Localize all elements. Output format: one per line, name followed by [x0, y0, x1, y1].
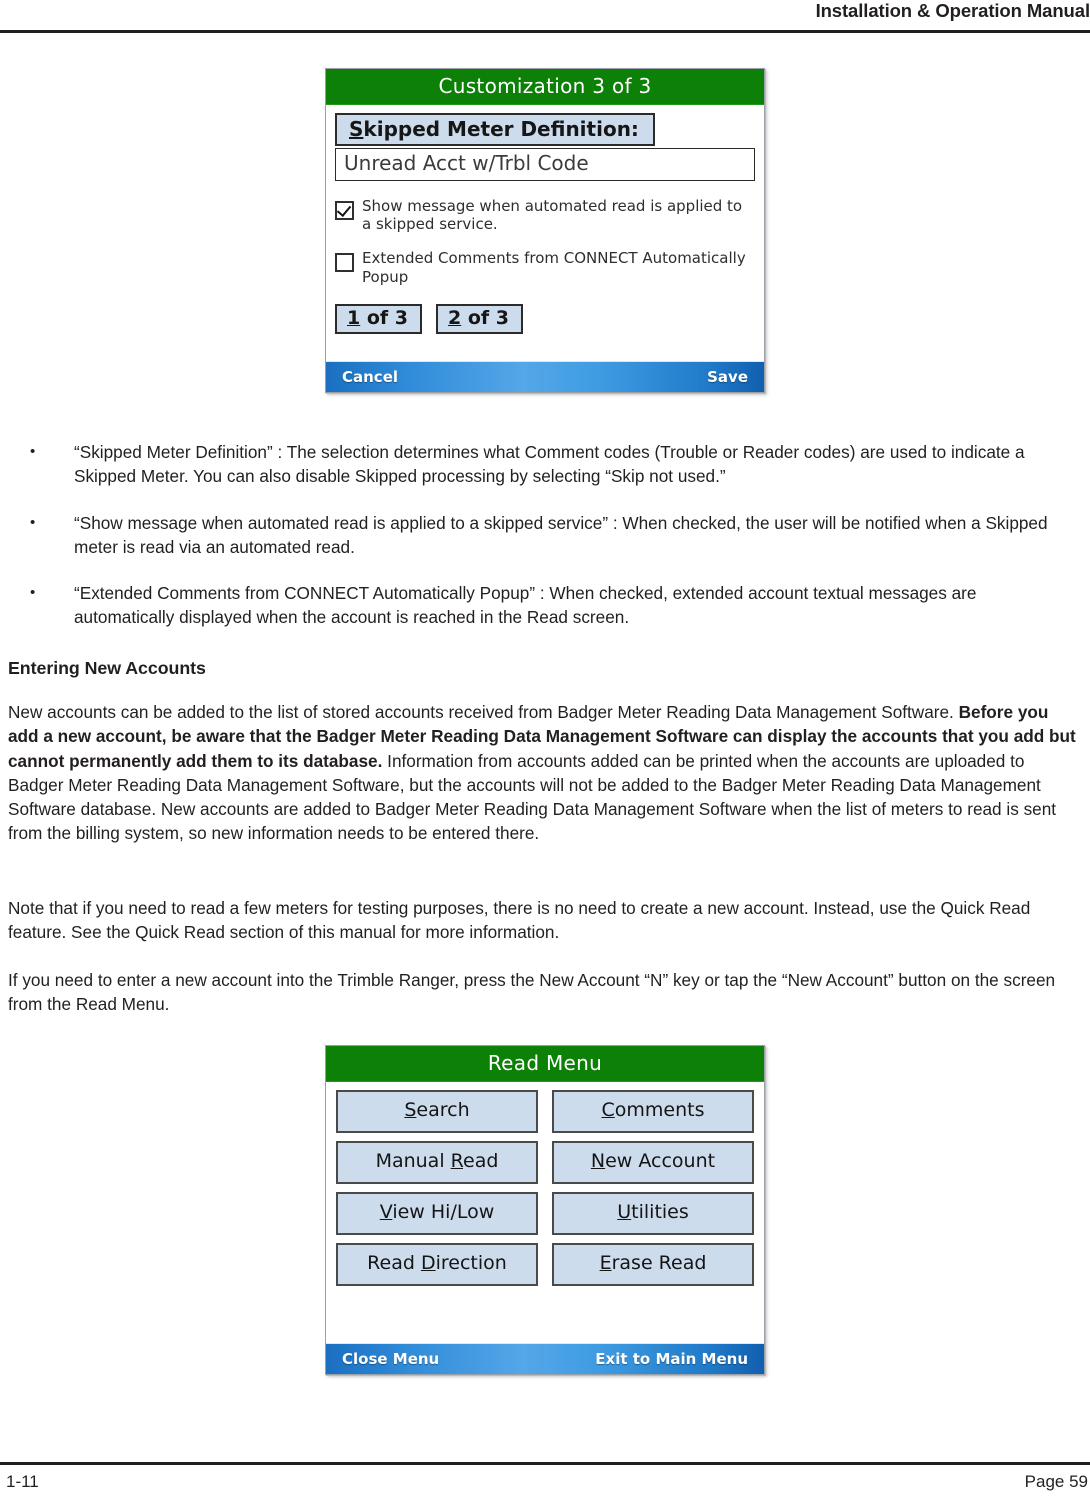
header-divider — [0, 30, 1090, 33]
read-menu-button-new-account[interactable]: New Account — [552, 1141, 754, 1184]
accel-letter: S — [404, 1099, 417, 1121]
checkbox-unchecked-icon[interactable] — [335, 253, 354, 273]
btn-rest: tilities — [631, 1201, 689, 1223]
page-1-of-3-button[interactable]: 1 of 3 — [335, 303, 423, 335]
paragraph-new-account-instructions: If you need to enter a new account into … — [8, 970, 1056, 1015]
accel-letter: E — [599, 1252, 612, 1274]
read-menu-title-bar: Read Menu — [326, 1046, 764, 1082]
skipped-meter-definition-value[interactable]: Unread Acct w/Trbl Code — [335, 148, 755, 181]
btn-rest: rase Read — [611, 1252, 707, 1274]
read-menu-button-search[interactable]: Search — [336, 1090, 538, 1133]
btn-rest: ead — [463, 1150, 499, 1172]
accel-letter: D — [420, 1252, 436, 1274]
btn-rest: earch — [416, 1099, 470, 1121]
bullet-marker: • — [30, 584, 36, 601]
accel-letter: V — [379, 1201, 393, 1223]
list-item: • “Extended Comments from CONNECT Automa… — [8, 581, 1080, 630]
exit-to-main-menu-button[interactable]: Exit to Main Menu — [595, 1350, 748, 1368]
checkbox-checked-icon[interactable] — [335, 200, 354, 220]
para-text-lead: New accounts can be added to the list of… — [8, 702, 959, 722]
btn-rest: ew Account — [605, 1150, 716, 1172]
read-menu-button-view-hi-low[interactable]: View Hi/Low — [336, 1192, 538, 1235]
read-menu-screen-figure: Read Menu Search Comments Manual Read Ne… — [325, 1045, 765, 1375]
read-menu-button-utilities[interactable]: Utilities — [552, 1192, 754, 1235]
accel-letter: N — [590, 1150, 606, 1172]
list-item: • “Show message when automated read is a… — [8, 511, 1080, 560]
bullet-marker: • — [30, 443, 36, 460]
footer-divider — [0, 1462, 1090, 1465]
btn-pre: Read — [367, 1252, 421, 1274]
page-number: Page 59 — [1024, 1472, 1088, 1491]
pager-rest: of 3 — [360, 306, 409, 329]
accel-letter: C — [601, 1099, 615, 1121]
close-menu-button[interactable]: Close Menu — [342, 1350, 439, 1368]
page-header: Installation & Operation Manual — [0, 0, 1090, 34]
bullet-text: “Skipped Meter Definition” : The selecti… — [74, 442, 1025, 487]
paragraph-entering-new-accounts: New accounts can be added to the list of… — [8, 700, 1080, 846]
accel-letter: 2 — [448, 306, 462, 329]
pager-rest: of 3 — [461, 306, 510, 329]
btn-pre: Manual — [375, 1150, 451, 1172]
section-heading: Entering New Accounts — [8, 658, 206, 678]
bullet-text: “Show message when automated read is app… — [74, 512, 1048, 557]
skipped-meter-definition-label[interactable]: Skipped Meter Definition: — [335, 113, 655, 147]
read-menu-button-read-direction[interactable]: Read Direction — [336, 1243, 538, 1286]
accel-letter: R — [450, 1150, 464, 1172]
customization-footer-bar: Cancel Save — [326, 361, 764, 392]
extended-comments-checkbox-label: Extended Comments from CONNECT Automatic… — [362, 249, 746, 286]
list-item: • “Skipped Meter Definition” : The selec… — [8, 440, 1080, 489]
extended-comments-checkbox-row[interactable]: Extended Comments from CONNECT Automatic… — [335, 249, 755, 286]
page-2-of-3-button[interactable]: 2 of 3 — [436, 303, 524, 335]
accel-letter: U — [617, 1201, 632, 1223]
label-rest: kipped Meter Definition: — [363, 117, 639, 141]
cancel-button[interactable]: Cancel — [342, 368, 398, 386]
customization-title-bar: Customization 3 of 3 — [326, 69, 764, 105]
show-message-checkbox-row[interactable]: Show message when automated read is appl… — [335, 197, 755, 234]
customization-screen-figure: Customization 3 of 3 Skipped Meter Defin… — [325, 68, 765, 393]
customization-screen-body: Skipped Meter Definition: Unread Acct w/… — [326, 105, 764, 335]
read-menu-footer-bar: Close Menu Exit to Main Menu — [326, 1343, 764, 1374]
btn-rest: irection — [435, 1252, 507, 1274]
btn-rest: omments — [614, 1099, 705, 1121]
show-message-checkbox-label: Show message when automated read is appl… — [362, 196, 743, 234]
feature-bullet-list: • “Skipped Meter Definition” : The selec… — [8, 440, 1080, 652]
accel-letter: 1 — [347, 306, 361, 329]
bullet-text: “Extended Comments from CONNECT Automati… — [74, 583, 977, 628]
accel-letter: S — [349, 117, 364, 141]
save-button[interactable]: Save — [707, 368, 748, 386]
bullet-marker: • — [30, 513, 36, 531]
customization-pager-row: 1 of 3 2 of 3 — [335, 303, 755, 335]
paragraph-quick-read-note: Note that if you need to read a few mete… — [8, 898, 1031, 943]
page-footer: 1-11 Page 59 — [0, 1436, 1090, 1506]
manual-title: Installation & Operation Manual — [815, 0, 1090, 21]
btn-rest: iew Hi/Low — [392, 1201, 495, 1223]
read-menu-button-comments[interactable]: Comments — [552, 1090, 754, 1133]
chapter-number: 1-11 — [6, 1472, 39, 1491]
read-menu-button-grid: Search Comments Manual Read New Account … — [326, 1082, 764, 1286]
read-menu-button-erase-read[interactable]: Erase Read — [552, 1243, 754, 1286]
read-menu-button-manual-read[interactable]: Manual Read — [336, 1141, 538, 1184]
